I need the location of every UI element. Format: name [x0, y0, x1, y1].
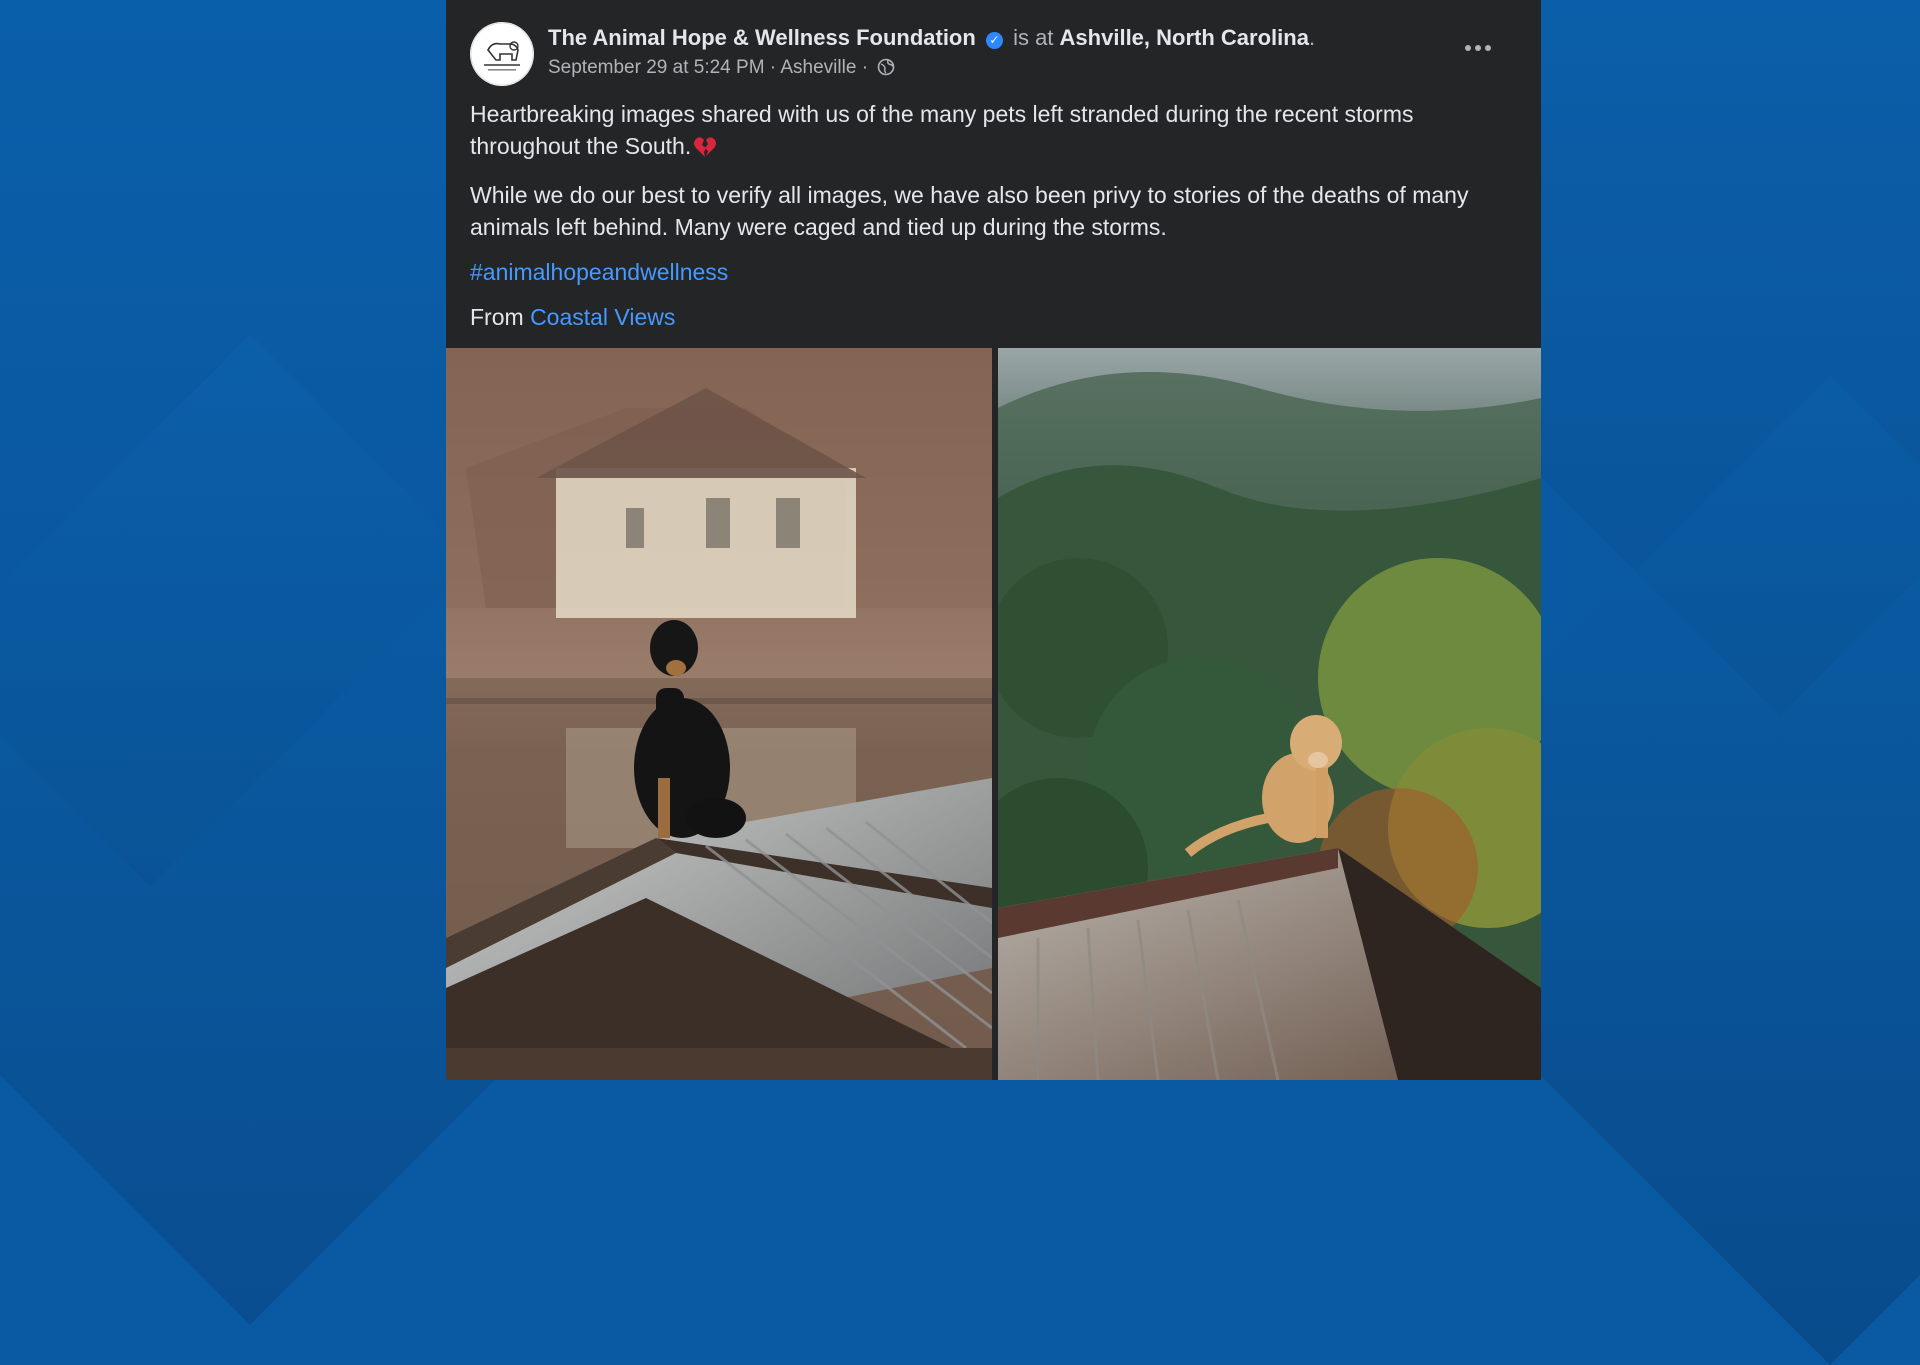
verified-badge-icon: ✓	[985, 32, 1003, 49]
post-paragraph-2: While we do our best to verify all image…	[470, 182, 1469, 240]
post-timestamp[interactable]: September 29 at 5:24 PM	[548, 57, 765, 78]
is-at-text: is at	[1013, 25, 1054, 50]
meta-separator: ·	[769, 57, 777, 78]
facebook-post-card: The Animal Hope & Wellness Foundation ✓ …	[446, 0, 1541, 1080]
photo-grid	[446, 348, 1541, 1080]
more-options-icon[interactable]	[1463, 38, 1503, 62]
hashtag-link[interactable]: #animalhopeandwellness	[470, 256, 1510, 288]
broken-heart-emoji	[693, 134, 717, 166]
source-link[interactable]: Coastal Views	[530, 304, 675, 330]
meta-separator: ·	[861, 57, 869, 78]
location-period: .	[1308, 25, 1316, 50]
author-line: The Animal Hope & Wellness Foundation ✓ …	[548, 24, 1457, 52]
post-header-text: The Animal Hope & Wellness Foundation ✓ …	[548, 24, 1457, 83]
photo-dog-on-roof-flood[interactable]	[446, 348, 992, 1080]
author-name[interactable]: The Animal Hope & Wellness Foundation	[548, 25, 976, 50]
post-meta: September 29 at 5:24 PM · Asheville ·	[548, 56, 1457, 83]
photo-dog-on-roof-forest[interactable]	[998, 348, 1541, 1080]
post-paragraph-1: Heartbreaking images shared with us of t…	[470, 98, 1510, 166]
globe-icon[interactable]	[877, 58, 895, 83]
from-label: From	[470, 304, 524, 330]
post-place[interactable]: Asheville	[780, 57, 856, 78]
location-link[interactable]: Ashville, North Carolina	[1060, 25, 1309, 50]
source-line: From Coastal Views	[470, 301, 1510, 333]
dog-logo-icon	[470, 22, 534, 86]
page-avatar[interactable]	[470, 22, 534, 86]
post-header: The Animal Hope & Wellness Foundation ✓ …	[470, 22, 1517, 88]
post-text-1: Heartbreaking images shared with us of t…	[470, 101, 1414, 159]
post-body: Heartbreaking images shared with us of t…	[470, 98, 1510, 333]
